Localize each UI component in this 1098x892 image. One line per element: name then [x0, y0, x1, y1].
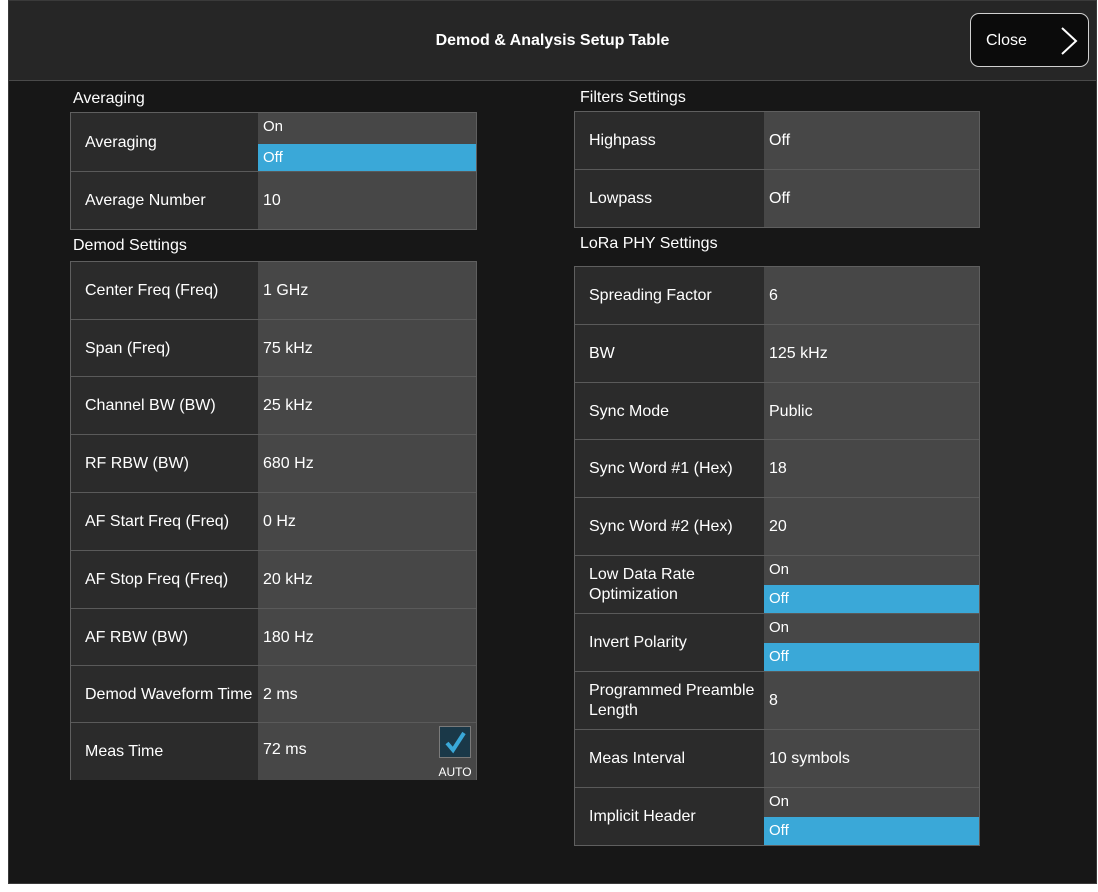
filters-table: Highpass Off Lowpass Off	[574, 111, 980, 228]
lowpass-value[interactable]: Off	[764, 170, 979, 227]
lowpass-row: Lowpass Off	[575, 169, 979, 227]
sync-mode-label: Sync Mode	[575, 383, 764, 440]
channel-bw-label: Channel BW (BW)	[71, 377, 258, 434]
invert-polarity-row: Invert Polarity On Off	[575, 613, 979, 671]
checkmark-icon	[445, 731, 466, 754]
invert-polarity-option-on[interactable]: On	[764, 614, 979, 642]
meas-interval-value[interactable]: 10 symbols	[764, 730, 979, 787]
spreading-factor-value[interactable]: 6	[764, 267, 979, 325]
af-stop-freq-label: AF Stop Freq (Freq)	[71, 551, 258, 608]
demod-section-title: Demod Settings	[73, 237, 187, 254]
lowpass-label: Lowpass	[575, 170, 764, 227]
title-bar: Demod & Analysis Setup Table Close	[9, 1, 1096, 81]
implicit-header-label: Implicit Header	[575, 788, 764, 845]
af-start-freq-row: AF Start Freq (Freq) 0 Hz	[71, 492, 476, 550]
implicit-header-row: Implicit Header On Off	[575, 787, 979, 845]
averaging-label: Averaging	[71, 113, 258, 172]
averaging-option-off[interactable]: Off	[258, 144, 476, 172]
span-label: Span (Freq)	[71, 320, 258, 377]
meas-time-row: Meas Time 72 ms AUTO	[71, 722, 476, 780]
averaging-option-on[interactable]: On	[258, 113, 476, 141]
center-freq-value[interactable]: 1 GHz	[258, 262, 476, 320]
invert-polarity-option-off[interactable]: Off	[764, 643, 979, 671]
spreading-factor-row: Spreading Factor 6	[575, 267, 979, 325]
preamble-length-row: Programmed Preamble Length 8	[575, 671, 979, 729]
span-value[interactable]: 75 kHz	[258, 320, 476, 377]
center-freq-row: Center Freq (Freq) 1 GHz	[71, 262, 476, 320]
meas-interval-row: Meas Interval 10 symbols	[575, 729, 979, 787]
af-rbw-label: AF RBW (BW)	[71, 609, 258, 666]
af-stop-freq-value[interactable]: 20 kHz	[258, 551, 476, 608]
auto-checkbox[interactable]	[439, 726, 471, 758]
implicit-header-toggle[interactable]: On Off	[764, 788, 979, 845]
center-freq-label: Center Freq (Freq)	[71, 262, 258, 320]
average-number-label: Average Number	[71, 172, 258, 229]
averaging-row: Averaging On Off	[71, 113, 476, 172]
af-start-freq-label: AF Start Freq (Freq)	[71, 493, 258, 550]
af-stop-freq-row: AF Stop Freq (Freq) 20 kHz	[71, 550, 476, 608]
sync-word-1-row: Sync Word #1 (Hex) 18	[575, 439, 979, 497]
af-rbw-row: AF RBW (BW) 180 Hz	[71, 608, 476, 666]
spreading-factor-label: Spreading Factor	[575, 267, 764, 325]
af-rbw-value[interactable]: 180 Hz	[258, 609, 476, 666]
invert-polarity-toggle[interactable]: On Off	[764, 614, 979, 671]
low-data-rate-option-off[interactable]: Off	[764, 585, 979, 613]
low-data-rate-row: Low Data Rate Optimization On Off	[575, 555, 979, 613]
low-data-rate-option-on[interactable]: On	[764, 556, 979, 584]
bw-row: BW 125 kHz	[575, 324, 979, 383]
channel-bw-value[interactable]: 25 kHz	[258, 377, 476, 434]
rf-rbw-value[interactable]: 680 Hz	[258, 435, 476, 492]
sync-word-1-label: Sync Word #1 (Hex)	[575, 440, 764, 497]
sync-mode-row: Sync Mode Public	[575, 382, 979, 440]
demod-table: Center Freq (Freq) 1 GHz Span (Freq) 75 …	[70, 261, 477, 780]
low-data-rate-label: Low Data Rate Optimization	[575, 556, 764, 613]
meas-time-label: Meas Time	[71, 723, 258, 780]
averaging-section-title: Averaging	[73, 90, 145, 107]
meas-time-value-text: 72 ms	[263, 741, 307, 758]
sync-word-2-value[interactable]: 20	[764, 498, 979, 556]
sync-mode-value[interactable]: Public	[764, 383, 979, 440]
close-button[interactable]: Close	[970, 13, 1089, 67]
average-number-value[interactable]: 10	[258, 172, 476, 229]
meas-time-auto-toggle[interactable]: AUTO	[436, 723, 474, 781]
demod-waveform-time-value[interactable]: 2 ms	[258, 666, 476, 723]
highpass-row: Highpass Off	[575, 112, 979, 170]
bw-label: BW	[575, 325, 764, 383]
rf-rbw-row: RF RBW (BW) 680 Hz	[71, 434, 476, 492]
highpass-value[interactable]: Off	[764, 112, 979, 170]
auto-label: AUTO	[438, 765, 472, 779]
af-start-freq-value[interactable]: 0 Hz	[258, 493, 476, 550]
demod-waveform-time-label: Demod Waveform Time	[71, 666, 258, 723]
filters-section-title: Filters Settings	[580, 89, 686, 106]
lora-table: Spreading Factor 6 BW 125 kHz Sync Mode …	[574, 266, 980, 846]
demod-waveform-time-row: Demod Waveform Time 2 ms	[71, 665, 476, 723]
span-row: Span (Freq) 75 kHz	[71, 319, 476, 377]
setup-window: Demod & Analysis Setup Table Close Avera…	[8, 0, 1097, 884]
invert-polarity-label: Invert Polarity	[575, 614, 764, 671]
close-label: Close	[986, 32, 1027, 49]
highpass-label: Highpass	[575, 112, 764, 170]
sync-word-1-value[interactable]: 18	[764, 440, 979, 497]
sync-word-2-label: Sync Word #2 (Hex)	[575, 498, 764, 556]
average-number-row: Average Number 10	[71, 171, 476, 229]
window-title: Demod & Analysis Setup Table	[435, 32, 670, 49]
preamble-length-label: Programmed Preamble Length	[575, 672, 764, 729]
sync-word-2-row: Sync Word #2 (Hex) 20	[575, 497, 979, 556]
meas-interval-label: Meas Interval	[575, 730, 764, 787]
rf-rbw-label: RF RBW (BW)	[71, 435, 258, 492]
lora-section-title: LoRa PHY Settings	[580, 235, 718, 252]
low-data-rate-toggle[interactable]: On Off	[764, 556, 979, 613]
implicit-header-option-off[interactable]: Off	[764, 817, 979, 845]
preamble-length-value[interactable]: 8	[764, 672, 979, 729]
averaging-table: Averaging On Off Average Number 10	[70, 112, 477, 230]
implicit-header-option-on[interactable]: On	[764, 788, 979, 816]
meas-time-value[interactable]: 72 ms AUTO	[258, 723, 476, 780]
chevron-right-icon	[1061, 27, 1078, 55]
channel-bw-row: Channel BW (BW) 25 kHz	[71, 376, 476, 434]
averaging-toggle[interactable]: On Off	[258, 113, 476, 172]
bw-value[interactable]: 125 kHz	[764, 325, 979, 383]
